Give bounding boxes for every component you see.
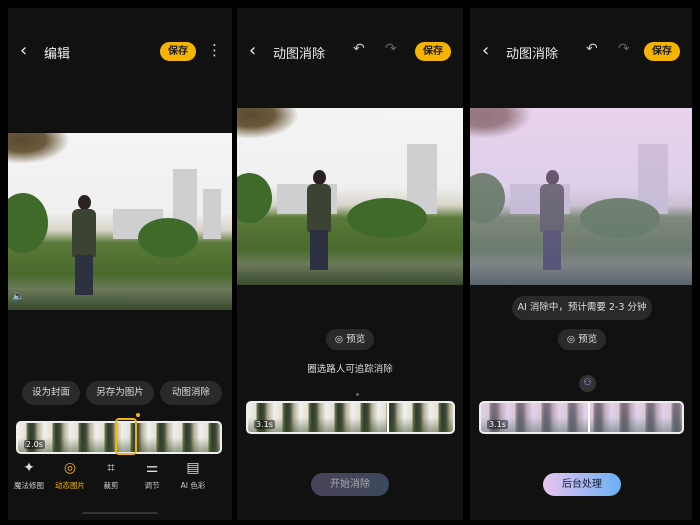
duration-label: 3.1s (254, 420, 275, 429)
erasing-screen: ‹ 动图消除 ↶ ↷ 保存 AI 消除中，预计需要 2-3 分钟 ◎ 预览 ⚇ … (470, 8, 692, 520)
redo-icon[interactable]: ↷ (618, 41, 630, 57)
page-title: 动图消除 (273, 47, 326, 62)
more-icon[interactable]: ⋮ (207, 41, 222, 59)
header: ‹ 动图消除 ↶ ↷ 保存 (237, 40, 463, 64)
photo[interactable] (470, 108, 692, 285)
keyframe-dot (136, 413, 140, 417)
preview-button[interactable]: ◎ 预览 (558, 329, 606, 350)
page-title: 动图消除 (506, 47, 559, 62)
save-button[interactable]: 保存 (644, 42, 680, 61)
frame-selector[interactable] (115, 418, 137, 455)
tool-crop[interactable]: ⌗ 裁剪 (90, 460, 132, 491)
undo-icon[interactable]: ↶ (586, 41, 598, 57)
save-as-image-button[interactable]: 另存为图片 (86, 381, 154, 405)
adjust-icon: ⚌ (145, 460, 159, 476)
playhead[interactable] (387, 403, 389, 432)
set-cover-button[interactable]: 设为封面 (22, 381, 80, 405)
background-process-button[interactable]: 后台处理 (543, 473, 621, 496)
start-erase-button[interactable]: 开始消除 (311, 473, 389, 496)
redo-icon[interactable]: ↷ (385, 41, 397, 57)
back-icon[interactable]: ‹ (20, 40, 27, 61)
duration-label: 2.0s (24, 440, 45, 449)
tool-adjust[interactable]: ⚌ 调节 (131, 460, 173, 491)
page-title: 编辑 (44, 47, 71, 62)
tool-live-photo[interactable]: ◎ 动态图片 (49, 460, 91, 491)
keyframe-dot (356, 393, 359, 396)
preview-button[interactable]: ◎ 预览 (326, 329, 374, 350)
edit-screen: ‹ 编辑 保存 ⋮ 🔈 设为封面 另存为图片 动图消除 2.0s ✦ 魔法修图 ◎… (8, 8, 232, 520)
save-button[interactable]: 保存 (160, 42, 196, 61)
frame-timeline[interactable]: 3.1s (479, 401, 684, 434)
ai-erase-icon: ⚇ (579, 375, 596, 392)
save-button[interactable]: 保存 (415, 42, 451, 61)
frame-timeline[interactable]: 3.1s (246, 401, 455, 434)
header: ‹ 编辑 保存 ⋮ (8, 40, 232, 64)
tool-magic-retouch[interactable]: ✦ 魔法修图 (8, 460, 50, 491)
duration-label: 3.1s (487, 420, 508, 429)
magic-retouch-icon: ✦ (23, 460, 35, 476)
undo-icon[interactable]: ↶ (353, 41, 365, 57)
home-indicator (82, 512, 158, 514)
status-toast: AI 消除中，预计需要 2-3 分钟 (512, 296, 652, 320)
header: ‹ 动图消除 ↶ ↷ 保存 (470, 40, 692, 64)
live-erase-screen: ‹ 动图消除 ↶ ↷ 保存 ◎ 预览 圈选路人可追踪消除 3.1s 开始消除 (237, 8, 463, 520)
live-photo-icon: ◎ (63, 460, 77, 476)
live-erase-button[interactable]: 动图消除 (160, 381, 222, 405)
back-icon[interactable]: ‹ (249, 40, 256, 61)
live-icon: ◎ (334, 334, 347, 345)
photo[interactable]: 🔈 (8, 133, 232, 310)
crop-icon: ⌗ (107, 460, 115, 476)
playhead[interactable] (588, 403, 590, 432)
ai-color-icon: ▤ (186, 460, 200, 476)
back-icon[interactable]: ‹ (482, 40, 489, 61)
tool-ai-color[interactable]: ▤ AI 色彩 (172, 460, 214, 491)
photo[interactable] (237, 108, 463, 285)
hint-text: 圈选路人可追踪消除 (307, 364, 393, 375)
live-icon: ◎ (566, 334, 579, 345)
sound-icon[interactable]: 🔈 (12, 291, 24, 302)
